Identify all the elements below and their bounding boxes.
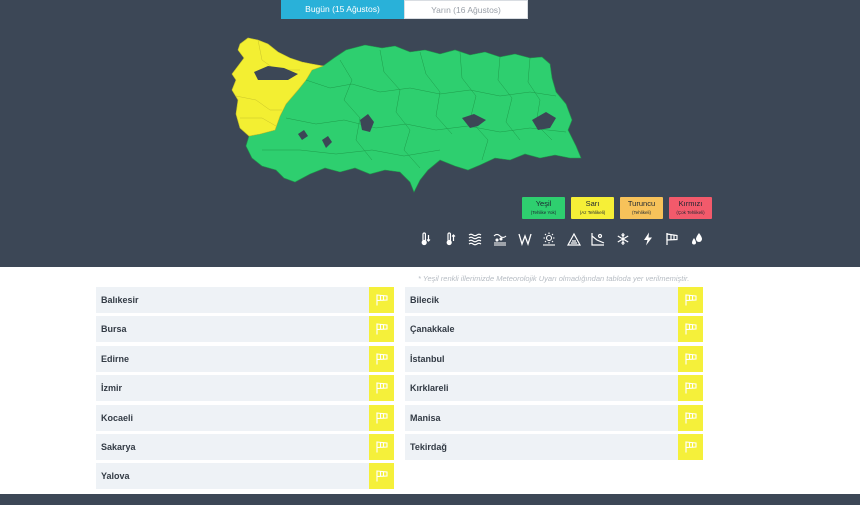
tab-today[interactable]: Bugün (15 Ağustos) <box>281 0 404 19</box>
province-name: Balıkesir <box>101 295 139 305</box>
wind-icon[interactable] <box>512 229 537 249</box>
cold-thermometer-icon[interactable] <box>414 229 439 249</box>
legend: Yeşil (Tehlike Yok) Sarı (Az Tehlikeli) … <box>522 197 712 219</box>
legend-title: Turuncu <box>627 199 656 208</box>
warning-flag-icon[interactable] <box>678 433 703 460</box>
windsock-icon[interactable] <box>660 229 685 249</box>
legend-subtitle: (Az Tehlikeli) <box>579 210 606 215</box>
province-name: Kocaeli <box>101 412 134 423</box>
day-tabs: Bugün (15 Ağustos) Yarın (16 Ağustos) <box>281 0 528 19</box>
province-list-left: Balıkesir Bursa Edirne İzmir Kocaeli Sak… <box>96 287 394 493</box>
footer-bar <box>0 494 860 505</box>
legend-orange: Turuncu (Tehlikeli) <box>620 197 663 219</box>
warning-flag-icon[interactable] <box>369 433 394 460</box>
province-row[interactable]: Kocaeli <box>96 404 394 431</box>
province-row[interactable]: Sakarya <box>96 433 394 460</box>
legend-subtitle: (Çok Tehlikeli) <box>676 210 705 215</box>
province-name: Manisa <box>410 412 441 423</box>
warning-flag-icon[interactable] <box>678 404 703 431</box>
legend-title: Sarı <box>585 199 600 208</box>
province-list-right: Bilecik Çanakkale İstanbul Kırklareli Ma… <box>405 287 703 463</box>
province-name: Bursa <box>101 324 127 335</box>
province-name: Bilecik <box>410 295 440 305</box>
province-name: Yalova <box>101 471 130 482</box>
province-row[interactable]: Kırklareli <box>405 375 703 402</box>
province-row[interactable]: Çanakkale <box>405 316 703 343</box>
warning-flag-icon[interactable] <box>369 345 394 372</box>
warning-flag-icon[interactable] <box>369 404 394 431</box>
province-name: Edirne <box>101 353 130 364</box>
province-row[interactable]: İzmir <box>96 375 394 402</box>
province-name: Sakarya <box>101 441 136 452</box>
province-row[interactable]: Edirne <box>96 345 394 372</box>
province-row[interactable]: Bilecik <box>405 287 703 313</box>
province-row[interactable]: Tekirdağ <box>405 433 703 460</box>
hazard-icon-bar <box>414 229 709 249</box>
province-row[interactable]: Bursa <box>96 316 394 343</box>
legend-title: Kırmızı <box>678 199 703 208</box>
province-name: Tekirdağ <box>410 441 447 452</box>
turkey-warning-map[interactable] <box>226 34 586 196</box>
warning-flag-icon[interactable] <box>369 375 394 402</box>
lightning-icon[interactable] <box>635 229 660 249</box>
sunstroke-icon[interactable] <box>537 229 562 249</box>
legend-title: Yeşil <box>535 199 552 208</box>
dust-icon[interactable] <box>488 229 513 249</box>
warning-flag-icon[interactable] <box>678 345 703 372</box>
snowflake-icon[interactable] <box>611 229 636 249</box>
avalanche-icon[interactable] <box>562 229 587 249</box>
province-row[interactable]: Yalova <box>96 463 394 490</box>
province-name: İzmir <box>101 383 123 394</box>
province-row[interactable]: Balıkesir <box>96 287 394 313</box>
warning-flag-icon[interactable] <box>369 316 394 343</box>
legend-green: Yeşil (Tehlike Yok) <box>522 197 565 219</box>
fog-icon[interactable] <box>463 229 488 249</box>
hot-thermometer-icon[interactable] <box>439 229 464 249</box>
province-row[interactable]: İstanbul <box>405 345 703 372</box>
legend-subtitle: (Tehlike Yok) <box>530 210 557 215</box>
rain-drops-icon[interactable] <box>685 229 710 249</box>
warning-flag-icon[interactable] <box>678 316 703 343</box>
province-name: Çanakkale <box>410 324 455 335</box>
province-name: İstanbul <box>410 353 445 364</box>
province-row[interactable]: Manisa <box>405 404 703 431</box>
legend-red: Kırmızı (Çok Tehlikeli) <box>669 197 712 219</box>
warning-flag-icon[interactable] <box>678 375 703 402</box>
info-note: * Yeşil renkli illerimizde Meteorolojik … <box>418 274 690 283</box>
warning-flag-icon[interactable] <box>369 463 394 490</box>
warning-map-panel: Bugün (15 Ağustos) Yarın (16 Ağustos) Ye… <box>0 0 860 267</box>
snowmelt-icon[interactable] <box>586 229 611 249</box>
province-name: Kırklareli <box>410 383 449 394</box>
legend-yellow: Sarı (Az Tehlikeli) <box>571 197 614 219</box>
warning-flag-icon[interactable] <box>369 287 394 313</box>
warning-flag-icon[interactable] <box>678 287 703 313</box>
tab-tomorrow[interactable]: Yarın (16 Ağustos) <box>404 0 528 19</box>
legend-subtitle: (Tehlikeli) <box>631 210 651 215</box>
